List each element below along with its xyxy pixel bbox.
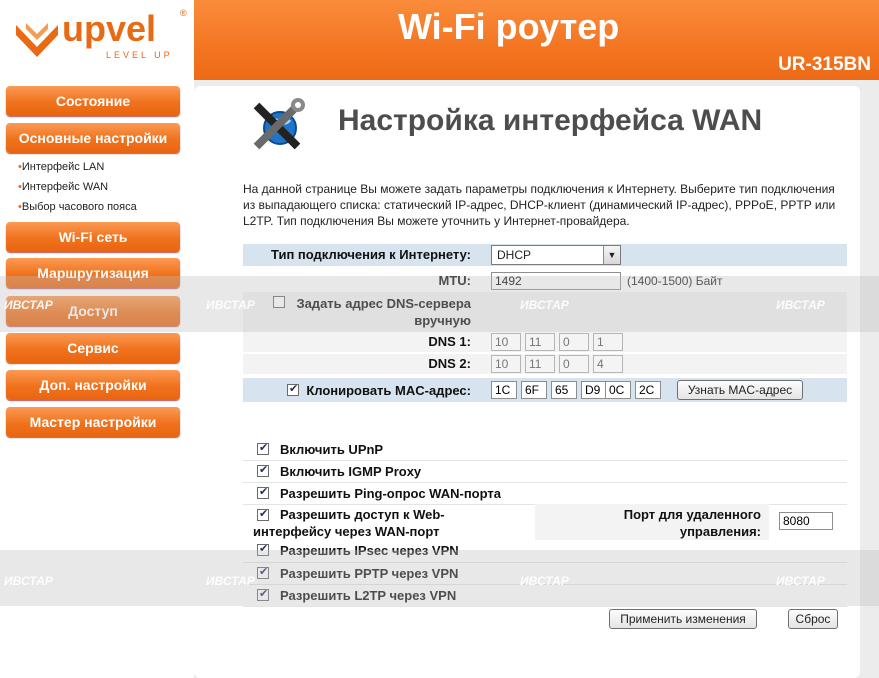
conn-type-select[interactable]: DHCP ▼ xyxy=(491,245,621,265)
subnav-timezone[interactable]: •Выбор часового пояса xyxy=(18,201,137,213)
mac-octet-1[interactable] xyxy=(491,381,517,399)
ping-label: Разрешить Ping-опрос WAN-порта xyxy=(280,486,501,501)
subnav-timezone-label: Выбор часового пояса xyxy=(21,201,137,213)
remote-port-input[interactable] xyxy=(779,512,833,530)
dns1-octet-2[interactable] xyxy=(525,333,555,351)
dns1-row: DNS 1: xyxy=(243,332,847,352)
find-mac-button[interactable]: Узнать MAC-адрес xyxy=(677,380,803,400)
option-row-ipsec: Разрешить IPsec через VPN xyxy=(243,540,847,563)
nav-wizard[interactable]: Мастер настройки xyxy=(6,407,180,437)
clone-mac-label: Клонировать MAC-адрес: xyxy=(306,383,471,398)
subnav-lan-label: Интерфейс LAN xyxy=(21,161,105,173)
mac-octet-4[interactable] xyxy=(581,381,607,399)
dns2-row: DNS 2: xyxy=(243,354,847,374)
page-description: На данной странице Вы можете задать пара… xyxy=(243,182,836,228)
apply-button[interactable]: Применить изменения xyxy=(609,609,757,629)
model-name: UR-315BN xyxy=(778,54,871,75)
clone-mac-checkbox[interactable] xyxy=(287,382,299,396)
option-row-l2tp: Разрешить L2TP через VPN xyxy=(243,584,847,607)
brand-reg: ® xyxy=(180,8,187,18)
dns1-label: DNS 1: xyxy=(428,334,471,349)
mtu-label: MTU: xyxy=(438,273,472,288)
tools-globe-icon xyxy=(253,98,305,150)
mac-octet-5[interactable] xyxy=(605,381,631,399)
upnp-checkbox[interactable] xyxy=(257,441,269,455)
option-row-upnp: Включить UPnP xyxy=(243,438,847,461)
option-row-pptp: Разрешить PPTP через VPN xyxy=(243,562,847,585)
ping-checkbox[interactable] xyxy=(257,485,269,499)
subnav-wan[interactable]: •Интерфейс WAN xyxy=(18,181,108,193)
pptp-label: Разрешить PPTP через VPN xyxy=(280,566,459,581)
chevron-down-icon[interactable]: ▼ xyxy=(603,246,620,264)
pptp-checkbox[interactable] xyxy=(257,565,269,579)
brand-name: upvel xyxy=(62,8,157,49)
dns-manual-row: Задать адрес DNS-сервера вручную xyxy=(243,292,847,332)
igmp-label: Включить IGMP Proxy xyxy=(280,464,422,479)
upnp-label: Включить UPnP xyxy=(280,442,384,457)
nav-routing[interactable]: Маршрутизация xyxy=(6,258,180,288)
ipsec-label: Разрешить IPsec через VPN xyxy=(280,543,459,558)
clone-mac-row: Клонировать MAC-адрес: Узнать MAC-адрес xyxy=(243,378,847,402)
mac-octet-3[interactable] xyxy=(551,381,577,399)
option-row-igmp: Включить IGMP Proxy xyxy=(243,460,847,483)
dns1-octet-1[interactable] xyxy=(491,333,521,351)
mtu-row: MTU: (1400-1500) Байт xyxy=(243,270,847,292)
nav-status[interactable]: Состояние xyxy=(6,86,180,116)
l2tp-checkbox[interactable] xyxy=(257,587,269,601)
nav-advanced[interactable]: Доп. настройки xyxy=(6,370,180,400)
dns1-octet-3[interactable] xyxy=(559,333,589,351)
dns2-octet-2[interactable] xyxy=(525,355,555,373)
nav-wifi[interactable]: Wi-Fi сеть xyxy=(6,222,180,252)
dns2-label: DNS 2: xyxy=(428,356,471,371)
upvel-chevron-icon xyxy=(16,23,58,57)
conn-type-value: DHCP xyxy=(497,248,532,262)
subnav-lan[interactable]: •Интерфейс LAN xyxy=(18,161,104,173)
subnav-wan-label: Интерфейс WAN xyxy=(21,181,109,193)
remote-port-label: Порт для удаленного управления: xyxy=(623,507,761,539)
reset-button[interactable]: Сброс xyxy=(788,609,838,629)
conn-type-row: Тип подключения к Интернету: DHCP ▼ xyxy=(243,244,847,266)
option-row-web-wan: Разрешить доступ к Web-интерфейсу через … xyxy=(243,504,847,540)
dns-manual-label: Задать адрес DNS-сервера вручную xyxy=(296,296,471,328)
nav-basic-settings[interactable]: Основные настройки xyxy=(6,123,180,153)
conn-type-label: Тип подключения к Интернету: xyxy=(271,247,471,262)
page-title: Настройка интерфейса WAN xyxy=(338,104,763,137)
option-row-ping: Разрешить Ping-опрос WAN-порта xyxy=(243,482,847,505)
ipsec-checkbox[interactable] xyxy=(257,542,269,556)
nav-access[interactable]: Доступ xyxy=(6,296,180,326)
nav-service[interactable]: Сервис xyxy=(6,333,180,363)
dns2-octet-4[interactable] xyxy=(593,355,623,373)
web-wan-label: Разрешить доступ к Web-интерфейсу через … xyxy=(253,507,445,539)
mtu-hint: (1400-1500) Байт xyxy=(627,274,723,288)
mtu-input[interactable] xyxy=(491,272,621,290)
mac-octet-6[interactable] xyxy=(635,381,661,399)
mac-octet-2[interactable] xyxy=(521,381,547,399)
logo: upvel ® LEVEL UP xyxy=(0,0,194,80)
brand-tagline: LEVEL UP xyxy=(106,50,173,60)
header-title: Wi-Fi роутер xyxy=(398,6,620,47)
dns2-octet-3[interactable] xyxy=(559,355,589,373)
igmp-checkbox[interactable] xyxy=(257,463,269,477)
l2tp-label: Разрешить L2TP через VPN xyxy=(280,588,457,603)
dns2-octet-1[interactable] xyxy=(491,355,521,373)
dns1-octet-4[interactable] xyxy=(593,333,623,351)
